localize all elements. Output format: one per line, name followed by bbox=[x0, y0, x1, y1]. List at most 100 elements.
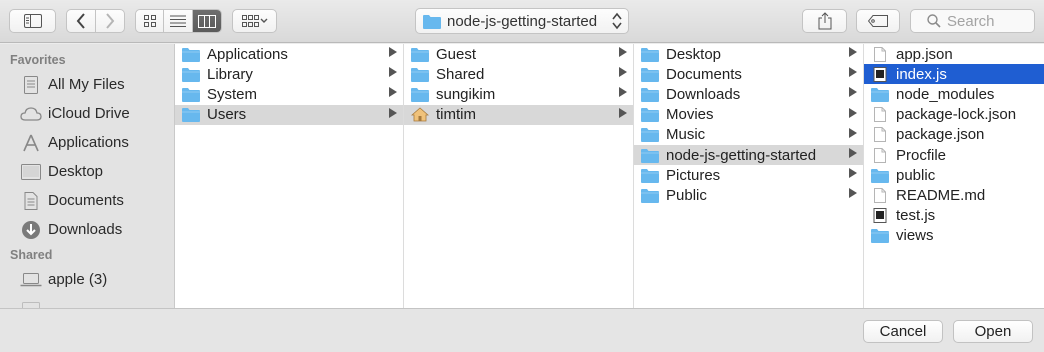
list-view-button[interactable] bbox=[164, 10, 193, 32]
column-4-item-package-json[interactable]: package.json bbox=[864, 125, 1044, 145]
location-popup[interactable]: node-js-getting-started bbox=[415, 8, 629, 34]
column-3-item-node-js-getting-started[interactable]: node-js-getting-started bbox=[634, 144, 863, 166]
column-3-item-music[interactable]: Music bbox=[634, 125, 863, 145]
column-2-item-shared[interactable]: Shared bbox=[404, 64, 633, 84]
disclosure-arrow-icon bbox=[619, 67, 627, 80]
folder-icon bbox=[411, 47, 436, 62]
column-view-button[interactable] bbox=[192, 10, 221, 32]
browser-column-1: Applications Library System Users bbox=[175, 44, 404, 308]
sidebar-item-label: apple (3) bbox=[48, 271, 108, 288]
location-title: node-js-getting-started bbox=[447, 12, 598, 30]
sidebar-item-label: Applications bbox=[48, 134, 129, 151]
column-1-item-library[interactable]: Library bbox=[175, 64, 403, 84]
script-file-icon bbox=[871, 208, 896, 224]
folder-icon bbox=[641, 67, 666, 82]
item-label: node-js-getting-started bbox=[666, 146, 817, 164]
column-1-item-system[interactable]: System bbox=[175, 84, 403, 104]
sidebar-icon bbox=[23, 14, 42, 28]
cancel-button[interactable]: Cancel bbox=[863, 320, 943, 343]
column-4-item-package-lock-json[interactable]: package-lock.json bbox=[864, 105, 1044, 125]
laptop-icon bbox=[20, 269, 42, 291]
column-4-item-views[interactable]: views bbox=[864, 226, 1044, 246]
folder-icon bbox=[641, 107, 666, 123]
view-mode-control bbox=[135, 9, 222, 33]
column-3-item-movies[interactable]: Movies bbox=[634, 105, 863, 125]
favorites-item-all-my-files[interactable]: All My Files bbox=[0, 70, 174, 99]
column-4-item-procfile[interactable]: Procfile bbox=[864, 145, 1044, 165]
column-3-item-downloads[interactable]: Downloads bbox=[634, 84, 863, 104]
favorites-item-icloud-drive[interactable]: iCloud Drive bbox=[0, 99, 174, 128]
column-4-item-readme-md[interactable]: README.md bbox=[864, 185, 1044, 205]
folder-icon bbox=[182, 107, 207, 123]
favorites-item-desktop[interactable]: Desktop bbox=[0, 157, 174, 186]
search-icon bbox=[927, 14, 941, 28]
favorites-heading: Favorites bbox=[10, 53, 66, 67]
favorites-item-applications[interactable]: Applications bbox=[0, 128, 174, 157]
folder-icon bbox=[411, 87, 436, 102]
list-icon bbox=[170, 15, 187, 27]
forward-button[interactable] bbox=[96, 10, 124, 32]
column-4-item-public[interactable]: public bbox=[864, 165, 1044, 185]
monitor-icon bbox=[20, 298, 42, 308]
column-3-item-desktop[interactable]: Desktop bbox=[634, 44, 863, 64]
cloud-icon bbox=[20, 103, 42, 125]
back-button[interactable] bbox=[67, 10, 96, 32]
tags-button[interactable] bbox=[856, 9, 900, 33]
downloads-icon bbox=[20, 219, 42, 241]
arrange-button[interactable] bbox=[232, 9, 277, 33]
document-icon bbox=[871, 46, 896, 62]
item-label: Procfile bbox=[896, 146, 947, 164]
sidebar-item-label: Documents bbox=[48, 192, 124, 209]
column-4-item-test-js[interactable]: test.js bbox=[864, 206, 1044, 226]
item-label: Pictures bbox=[666, 166, 721, 184]
open-button[interactable]: Open bbox=[953, 320, 1033, 343]
item-label: sungikim bbox=[436, 85, 496, 103]
item-label: Desktop bbox=[666, 45, 722, 63]
browser-column-4: app.json index.js node_modules package-lock… bbox=[864, 44, 1044, 308]
column-4-item-index-js[interactable]: index.js bbox=[864, 64, 1044, 85]
sidebar-item-label: All My Files bbox=[48, 76, 125, 93]
item-label: Shared bbox=[436, 65, 485, 83]
document-icon bbox=[871, 187, 896, 203]
share-button[interactable] bbox=[802, 9, 847, 33]
sidebar-item-label: Desktop bbox=[48, 163, 104, 180]
chevron-right-icon bbox=[105, 13, 115, 29]
folder-icon bbox=[641, 168, 666, 183]
icon-view-button[interactable] bbox=[136, 10, 165, 32]
document-icon bbox=[871, 107, 896, 123]
sidebar-item-partial[interactable] bbox=[0, 294, 174, 308]
shared-heading: Shared bbox=[10, 248, 53, 262]
history-nav bbox=[66, 9, 125, 33]
script-file-icon bbox=[871, 66, 896, 82]
item-label: Documents bbox=[666, 65, 742, 83]
folder-icon bbox=[423, 14, 441, 29]
sidebar-toggle-button[interactable] bbox=[9, 9, 56, 33]
item-label: test.js bbox=[896, 207, 936, 225]
favorites-item-documents[interactable]: Documents bbox=[0, 186, 174, 215]
disclosure-arrow-icon bbox=[849, 67, 857, 80]
column-1-item-applications[interactable]: Applications bbox=[175, 44, 403, 64]
browser-column-3: Desktop Documents Downloads Movies Music node… bbox=[634, 44, 864, 308]
column-1-item-users[interactable]: Users bbox=[175, 104, 403, 125]
column-2-item-guest[interactable]: Guest bbox=[404, 44, 633, 64]
item-label: public bbox=[896, 166, 936, 184]
home-folder-icon bbox=[411, 107, 436, 122]
dialog-footer: Cancel Open bbox=[0, 308, 1044, 352]
column-3-item-documents[interactable]: Documents bbox=[634, 64, 863, 84]
shared-item-apple-3[interactable]: apple (3) bbox=[0, 265, 174, 294]
favorites-item-downloads[interactable]: Downloads bbox=[0, 215, 174, 244]
column-4-item-app-json[interactable]: app.json bbox=[864, 44, 1044, 64]
item-label: Movies bbox=[666, 106, 714, 124]
column-2-item-sungikim[interactable]: sungikim bbox=[404, 84, 633, 104]
column-3-item-pictures[interactable]: Pictures bbox=[634, 165, 863, 185]
column-3-item-public[interactable]: Public bbox=[634, 185, 863, 205]
column-2-item-timtim[interactable]: timtim bbox=[404, 104, 633, 125]
search-input[interactable]: Search bbox=[910, 9, 1035, 33]
document-icon bbox=[871, 147, 896, 163]
item-label: Downloads bbox=[666, 85, 741, 103]
column-4-item-node-modules[interactable]: node_modules bbox=[864, 84, 1044, 104]
disclosure-arrow-icon bbox=[849, 107, 857, 121]
chevron-left-icon bbox=[76, 13, 85, 29]
folder-icon bbox=[641, 127, 666, 143]
disclosure-arrow-icon bbox=[849, 127, 857, 141]
